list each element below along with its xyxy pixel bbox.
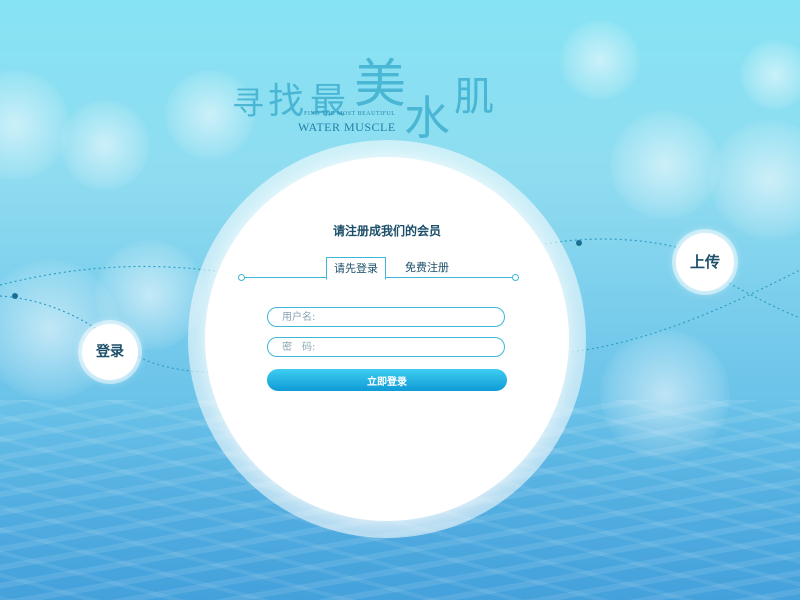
logo-char: 水	[404, 91, 450, 145]
password-input[interactable]	[267, 337, 505, 357]
login-card: 请注册成我们的会员 请先登录 免费注册 立即登录	[205, 157, 569, 521]
divider-dot	[512, 274, 519, 281]
logo-tagline-small: FIND THE MOST BEAUTIFUL	[304, 111, 396, 117]
logo-char: 找	[268, 81, 305, 122]
curve-dot	[576, 240, 582, 246]
divider-dot	[238, 274, 245, 281]
brand-logo: 寻 找 最 美 水 肌 FIND THE MOST BEAUTIFUL WATE…	[232, 42, 512, 145]
tab-login[interactable]: 请先登录	[326, 257, 386, 280]
logo-tagline: WATER MUSCLE	[298, 120, 396, 134]
login-button[interactable]: 立即登录	[267, 369, 507, 391]
username-input[interactable]	[267, 307, 505, 327]
upload-node-label: 上传	[689, 253, 720, 271]
logo-char: 寻	[232, 84, 265, 122]
curve-dot	[12, 293, 18, 299]
tab-register[interactable]: 免费注册	[399, 257, 455, 278]
card-title: 请注册成我们的会员	[332, 224, 441, 238]
login-node-label: 登录	[96, 344, 124, 360]
upload-node-button[interactable]: 上传	[676, 233, 734, 291]
logo-char: 美	[354, 55, 407, 115]
login-node-button[interactable]: 登录	[82, 324, 138, 380]
logo-char: 肌	[454, 74, 494, 120]
